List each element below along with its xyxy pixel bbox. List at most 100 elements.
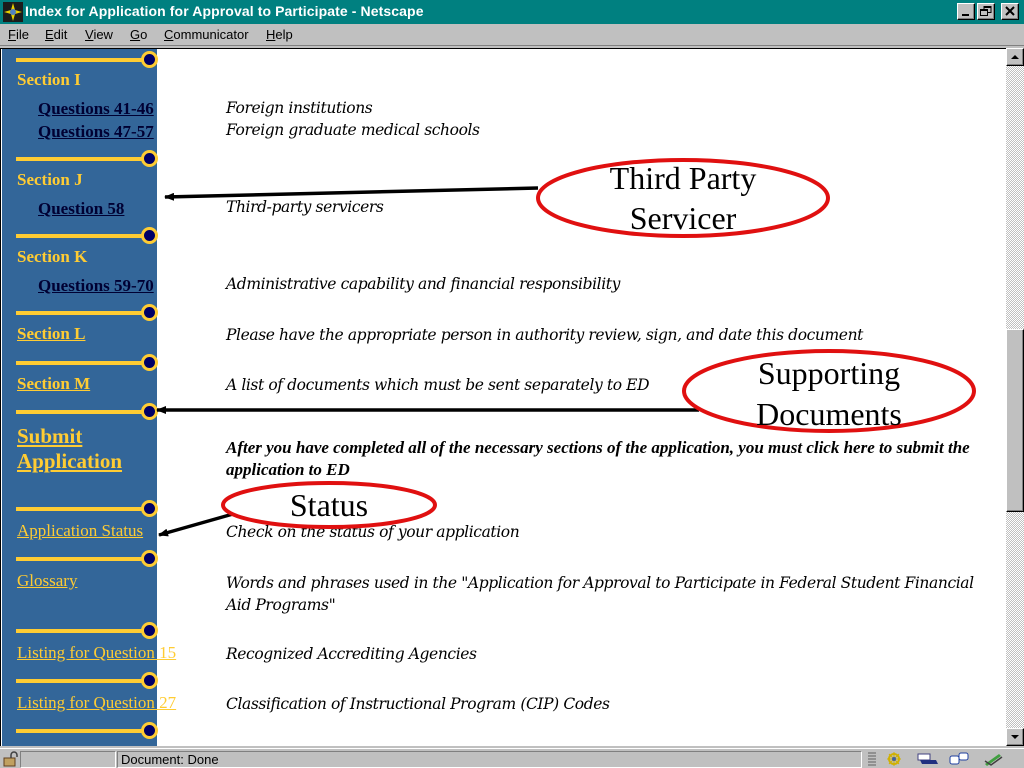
menu-go-accel: G (130, 27, 141, 42)
menu-file[interactable]: File (8, 27, 29, 42)
application-status-link[interactable]: Application Status (17, 521, 143, 541)
page-content: Section I Questions 41-46 Questions 47-5… (0, 48, 1006, 746)
desc-section-l: Please have the appropriate person in au… (226, 326, 863, 344)
status-arrow (158, 512, 234, 537)
desc-listing-question-15: Recognized Accrediting Agencies (226, 645, 477, 663)
menu-help-rest: elp (275, 27, 293, 42)
divider-line (16, 58, 144, 62)
divider-line (16, 507, 144, 511)
menu-go[interactable]: Go (130, 27, 147, 42)
menu-edit[interactable]: Edit (45, 27, 67, 42)
scroll-thumb[interactable] (1006, 329, 1024, 513)
scroll-up-button[interactable] (1006, 48, 1024, 66)
desc-application-status: Check on the status of your application (226, 523, 520, 541)
divider-knob-icon (141, 403, 158, 420)
third-party-callout-line1: Third Party (610, 160, 757, 196)
divider-knob-icon (141, 227, 158, 244)
glossary-link[interactable]: Glossary (17, 571, 77, 591)
divider-knob-icon (141, 354, 158, 371)
supporting-documents-callout (682, 349, 976, 433)
divider-knob-icon (141, 672, 158, 689)
minimize-icon (962, 14, 969, 16)
divider-line (16, 729, 144, 733)
divider-line (16, 234, 144, 238)
divider-knob-icon (141, 304, 158, 321)
third-party-callout (536, 158, 830, 238)
menu-help[interactable]: Help (266, 27, 293, 42)
progress-cell (20, 751, 116, 768)
menu-communicator-accel: C (164, 27, 174, 42)
menu-communicator[interactable]: Communicator (164, 27, 249, 42)
menu-file-rest: ile (15, 27, 29, 42)
submit-application-link-line1[interactable]: Submit (17, 424, 82, 449)
desc-submit-application: After you have completed all of the nece… (226, 438, 970, 479)
desc-listing-question-27: Classification of Instructional Program … (226, 695, 610, 713)
questions-47-57-link[interactable]: Questions 47-57 (38, 122, 154, 142)
questions-59-70-link[interactable]: Questions 59-70 (38, 276, 154, 296)
section-i-heading: Section I (17, 70, 81, 89)
divider-knob-icon (141, 500, 158, 517)
menu-edit-rest: dit (53, 27, 68, 42)
minimize-button[interactable] (957, 3, 975, 20)
menu-edit-accel: E (45, 27, 54, 42)
desc-questions-47-57: Foreign graduate medical schools (226, 121, 480, 139)
submit-application-link-line2[interactable]: Application (17, 449, 122, 474)
scroll-down-button[interactable] (1006, 728, 1024, 746)
menu-go-rest: o (140, 27, 148, 42)
section-j-heading: Section J (17, 170, 83, 189)
divider-line (16, 361, 144, 365)
divider-knob-icon (141, 150, 158, 167)
third-party-callout-line2: Servicer (630, 200, 737, 236)
divider-line (16, 410, 144, 414)
netscape-window: Index for Application for Approval to Pa… (0, 0, 1024, 768)
third-party-arrow (164, 186, 539, 201)
status-callout (221, 481, 437, 529)
mailbox-icon[interactable] (916, 751, 938, 767)
menu-bar: File Edit View Go Communicator Help (0, 24, 1024, 46)
menu-file-accel: F (8, 27, 16, 42)
questions-41-46-link[interactable]: Questions 41-46 (38, 99, 154, 119)
netscape-app-icon[interactable] (3, 2, 23, 22)
section-l-link[interactable]: Section L (17, 324, 85, 344)
status-bar: Document: Done (0, 748, 1024, 768)
listing-question-15-link[interactable]: Listing for Question 15 (17, 643, 176, 663)
vertical-scrollbar[interactable] (1006, 48, 1024, 746)
menu-help-accel: H (266, 27, 276, 42)
close-button[interactable] (1001, 3, 1019, 20)
desc-questions-59-70: Administrative capability and financial … (226, 275, 620, 293)
menu-view-rest: iew (93, 27, 113, 42)
divider-line (16, 629, 144, 633)
desc-section-m: A list of documents which must be sent s… (226, 376, 650, 394)
menu-view[interactable]: View (85, 27, 113, 42)
menu-communicator-rest: ommunicator (173, 27, 249, 42)
question-58-link[interactable]: Question 58 (38, 199, 124, 219)
status-text-cell (117, 751, 862, 768)
resize-grip[interactable] (1004, 751, 1022, 768)
divider-line (16, 557, 144, 561)
listing-question-27-link[interactable]: Listing for Question 27 (17, 693, 176, 713)
security-lock-icon[interactable] (2, 751, 20, 767)
discussion-icon[interactable] (948, 751, 970, 767)
composer-icon[interactable] (982, 751, 1004, 767)
navigation-sidebar: Section I Questions 41-46 Questions 47-5… (2, 49, 176, 746)
divider-knob-icon (141, 622, 158, 639)
divider-line (16, 679, 144, 683)
section-k-heading: Section K (17, 247, 88, 266)
restore-icon (980, 6, 992, 16)
scroll-up-arrow-icon (1011, 55, 1019, 59)
scroll-down-arrow-icon (1011, 735, 1019, 739)
restore-button[interactable] (977, 3, 995, 20)
section-m-link[interactable]: Section M (17, 374, 90, 394)
supporting-documents-callout-line1: Supporting (758, 355, 900, 391)
divider-knob-icon (141, 722, 158, 739)
title-bar: Index for Application for Approval to Pa… (0, 0, 1024, 24)
divider-line (16, 311, 144, 315)
divider-knob-icon (141, 550, 158, 567)
desc-question-58: Third-party servicers (226, 198, 384, 216)
status-text: Document: Done (121, 752, 219, 767)
desc-glossary: Words and phrases used in the "Applicati… (226, 574, 974, 614)
divider-line (16, 157, 144, 161)
window-title: Index for Application for Approval to Pa… (25, 3, 424, 19)
component-bar-icon[interactable] (866, 751, 878, 767)
navigator-icon[interactable] (884, 751, 906, 767)
